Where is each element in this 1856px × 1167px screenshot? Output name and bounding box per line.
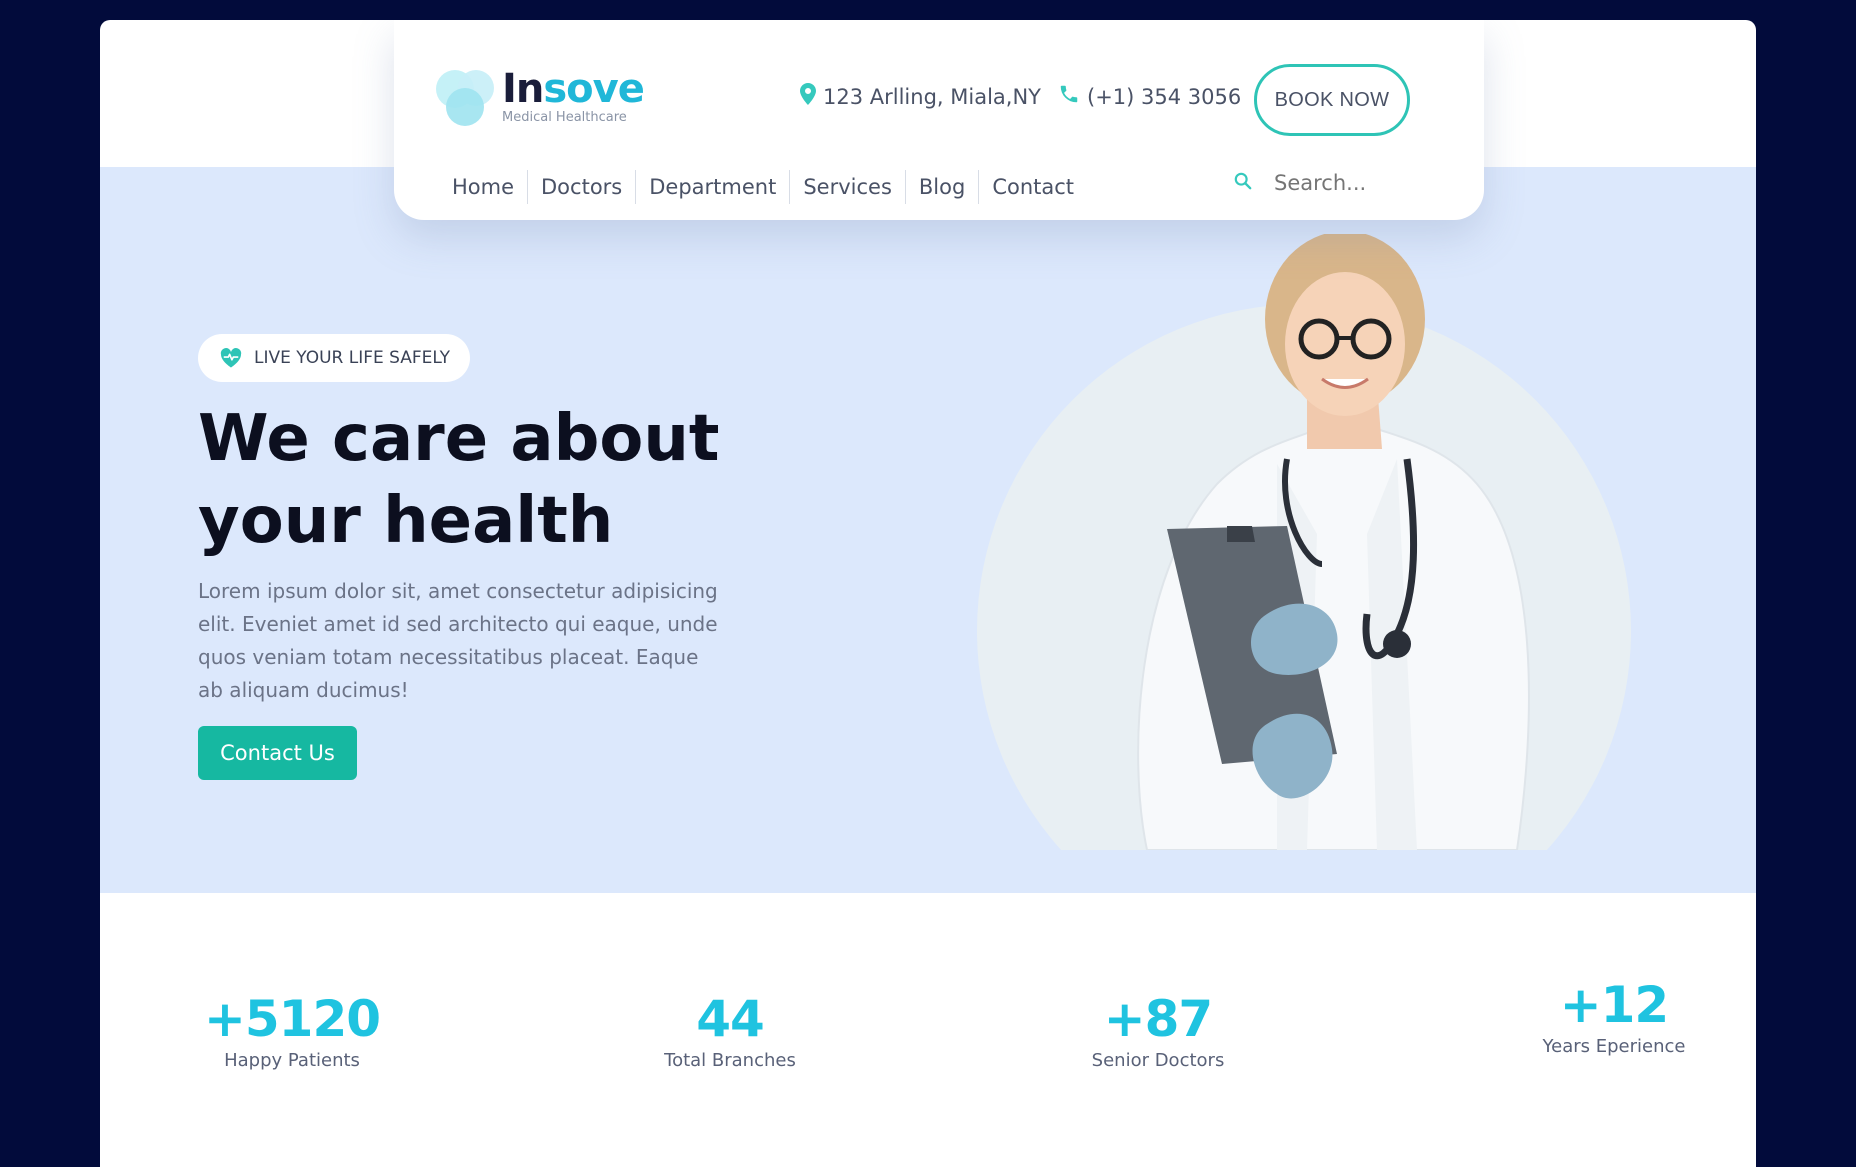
- hero-title: We care about your health: [198, 398, 798, 562]
- address-text: 123 Arlling, Miala,NY: [823, 84, 1041, 109]
- tagline-badge: LIVE YOUR LIFE SAFELY: [198, 334, 470, 382]
- page: Insove Medical Healthcare 123 Arlling, M…: [100, 20, 1756, 1167]
- logo[interactable]: Insove Medical Healthcare: [436, 66, 656, 128]
- stat-senior-doctors: +87 Senior Doctors: [1064, 992, 1252, 1071]
- hero-title-line2: your health: [198, 484, 614, 558]
- stat-happy-patients: +5120 Happy Patients: [198, 992, 386, 1071]
- stat-value: +12: [1559, 976, 1669, 1034]
- nav-item-home[interactable]: Home: [438, 170, 527, 204]
- heart-pulse-icon: [220, 348, 242, 368]
- search-box: [1234, 170, 1426, 196]
- stat-years-experience: +12 Years Eperience: [1520, 978, 1708, 1057]
- location-pin-icon: [800, 83, 816, 110]
- search-input[interactable]: [1272, 170, 1426, 196]
- hero-title-line1: We care about: [198, 402, 720, 476]
- book-now-button[interactable]: BOOK NOW: [1254, 64, 1410, 136]
- stat-label: Total Branches: [664, 1050, 796, 1071]
- stat-label: Years Eperience: [1542, 1036, 1686, 1057]
- phone-text: (+1) 354 3056: [1087, 84, 1242, 109]
- doctor-illustration: [1137, 234, 1530, 850]
- phone-icon: [1058, 83, 1080, 110]
- nav-item-doctors[interactable]: Doctors: [527, 170, 635, 204]
- stat-label: Happy Patients: [224, 1050, 360, 1071]
- doctor-image: [977, 234, 1637, 850]
- nav-item-blog[interactable]: Blog: [904, 170, 978, 204]
- logo-tagline: Medical Healthcare: [502, 110, 627, 125]
- main-nav: Home Doctors Department Services Blog Co…: [438, 170, 1087, 204]
- logo-mark: [436, 68, 498, 128]
- header-address: 123 Arlling, Miala,NY: [800, 83, 1041, 110]
- stat-total-branches: 44 Total Branches: [636, 992, 824, 1071]
- stat-label: Senior Doctors: [1091, 1050, 1225, 1071]
- stat-value: +5120: [203, 990, 381, 1048]
- search-icon[interactable]: [1234, 172, 1252, 194]
- nav-item-contact[interactable]: Contact: [978, 170, 1087, 204]
- badge-text: LIVE YOUR LIFE SAFELY: [254, 348, 451, 368]
- stat-value: 44: [696, 990, 765, 1048]
- site-header: Insove Medical Healthcare 123 Arlling, M…: [394, 20, 1484, 220]
- hero-description: Lorem ipsum dolor sit, amet consectetur …: [198, 579, 718, 702]
- contact-us-button[interactable]: Contact Us: [198, 726, 357, 780]
- stat-value: +87: [1103, 990, 1213, 1048]
- nav-item-department[interactable]: Department: [635, 170, 789, 204]
- logo-wordmark: Insove: [502, 66, 645, 112]
- header-phone[interactable]: (+1) 354 3056: [1058, 83, 1241, 110]
- nav-item-services[interactable]: Services: [789, 170, 905, 204]
